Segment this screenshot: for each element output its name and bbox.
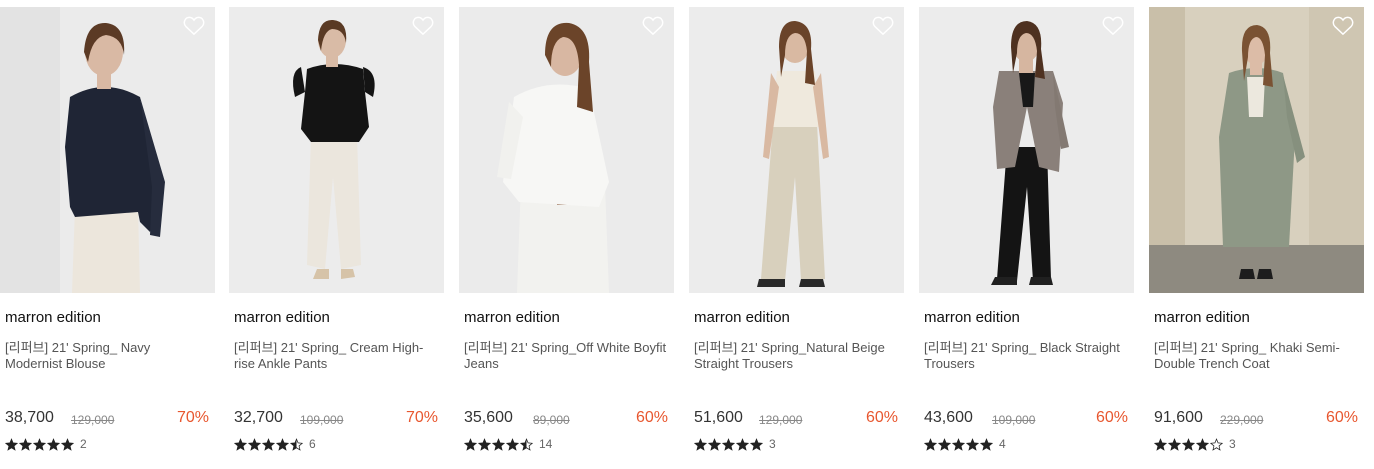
rating: 3 [1154, 437, 1236, 451]
sale-price: 43,600 [924, 409, 973, 426]
star-filled-icon [492, 437, 505, 451]
product-brand[interactable]: marron edition [5, 309, 101, 326]
product-card[interactable]: marron edition [리퍼브] 21' Spring_Off Whit… [459, 7, 674, 469]
star-rating [694, 437, 764, 451]
sale-price: 38,700 [5, 409, 54, 426]
original-price: 229,000 [1220, 413, 1264, 427]
original-price: 89,000 [533, 413, 570, 427]
star-filled-icon [1196, 437, 1209, 451]
rating: 2 [5, 437, 87, 451]
product-brand[interactable]: marron edition [234, 309, 330, 326]
star-filled-icon [722, 437, 735, 451]
product-image[interactable] [919, 7, 1134, 293]
heart-outline-icon[interactable] [1332, 16, 1354, 36]
star-rating [234, 437, 304, 451]
star-filled-icon [248, 437, 261, 451]
star-filled-icon [478, 437, 491, 451]
product-card[interactable]: marron edition [리퍼브] 21' Spring_ Cream H… [229, 7, 444, 469]
star-rating [924, 437, 994, 451]
star-rating [5, 437, 75, 451]
review-count: 2 [80, 437, 87, 451]
product-image[interactable] [1149, 7, 1364, 293]
discount-rate: 60% [635, 409, 668, 426]
heart-outline-icon[interactable] [183, 16, 205, 36]
star-filled-icon [1168, 437, 1181, 451]
star-filled-icon [1182, 437, 1195, 451]
review-count: 14 [539, 437, 553, 451]
product-name[interactable]: [리퍼브] 21' Spring_ Khaki Semi-Double Tren… [1154, 340, 1359, 372]
star-filled-icon [234, 437, 247, 451]
product-grid: marron edition [리퍼브] 21' Spring_ Navy Mo… [0, 7, 1374, 469]
discount-rate: 70% [176, 409, 209, 426]
product-brand[interactable]: marron edition [694, 309, 790, 326]
star-filled-icon [1154, 437, 1167, 451]
product-card[interactable]: marron edition [리퍼브] 21' Spring_Natural … [689, 7, 904, 469]
product-image[interactable] [229, 7, 444, 293]
product-brand[interactable]: marron edition [1154, 309, 1250, 326]
star-filled-icon [262, 437, 275, 451]
star-filled-icon [708, 437, 721, 451]
star-filled-icon [952, 437, 965, 451]
review-count: 3 [1229, 437, 1236, 451]
star-filled-icon [5, 437, 18, 451]
review-count: 4 [999, 437, 1006, 451]
review-count: 3 [769, 437, 776, 451]
heart-outline-icon[interactable] [872, 16, 894, 36]
star-filled-icon [464, 437, 477, 451]
star-filled-icon [694, 437, 707, 451]
star-filled-icon [938, 437, 951, 451]
rating: 3 [694, 437, 776, 451]
sale-price: 91,600 [1154, 409, 1203, 426]
product-name[interactable]: [리퍼브] 21' Spring_Off White Boyfit Jeans [464, 340, 669, 372]
product-name[interactable]: [리퍼브] 21' Spring_ Cream High-rise Ankle … [234, 340, 439, 372]
product-card[interactable]: marron edition [리퍼브] 21' Spring_ Navy Mo… [0, 7, 215, 469]
star-rating [464, 437, 534, 451]
heart-outline-icon[interactable] [412, 16, 434, 36]
product-name[interactable]: [리퍼브] 21' Spring_ Navy Modernist Blouse [5, 340, 210, 372]
sale-price: 32,700 [234, 409, 283, 426]
discount-rate: 60% [1095, 409, 1128, 426]
star-filled-icon [47, 437, 60, 451]
star-filled-icon [736, 437, 749, 451]
sale-price: 51,600 [694, 409, 743, 426]
star-half-icon [290, 437, 303, 451]
product-image[interactable] [689, 7, 904, 293]
original-price: 109,000 [300, 413, 344, 427]
product-brand[interactable]: marron edition [924, 309, 1020, 326]
original-price: 129,000 [759, 413, 803, 427]
rating: 14 [464, 437, 552, 451]
product-name[interactable]: [리퍼브] 21' Spring_ Black Straight Trouser… [924, 340, 1129, 372]
product-image[interactable] [459, 7, 674, 293]
sale-price: 35,600 [464, 409, 513, 426]
review-count: 6 [309, 437, 316, 451]
heart-outline-icon[interactable] [642, 16, 664, 36]
star-filled-icon [33, 437, 46, 451]
product-image[interactable] [0, 7, 215, 293]
star-filled-icon [61, 437, 74, 451]
star-filled-icon [966, 437, 979, 451]
product-card[interactable]: marron edition [리퍼브] 21' Spring_ Khaki S… [1149, 7, 1364, 469]
product-name[interactable]: [리퍼브] 21' Spring_Natural Beige Straight … [694, 340, 899, 372]
rating: 4 [924, 437, 1006, 451]
product-card[interactable]: marron edition [리퍼브] 21' Spring_ Black S… [919, 7, 1134, 469]
star-filled-icon [980, 437, 993, 451]
heart-outline-icon[interactable] [1102, 16, 1124, 36]
discount-rate: 60% [1325, 409, 1358, 426]
star-filled-icon [750, 437, 763, 451]
star-half-icon [520, 437, 533, 451]
original-price: 109,000 [992, 413, 1036, 427]
discount-rate: 60% [865, 409, 898, 426]
star-filled-icon [924, 437, 937, 451]
star-empty-icon [1210, 437, 1223, 451]
product-brand[interactable]: marron edition [464, 309, 560, 326]
rating: 6 [234, 437, 316, 451]
original-price: 129,000 [71, 413, 115, 427]
star-filled-icon [276, 437, 289, 451]
star-rating [1154, 437, 1224, 451]
star-filled-icon [19, 437, 32, 451]
discount-rate: 70% [405, 409, 438, 426]
star-filled-icon [506, 437, 519, 451]
